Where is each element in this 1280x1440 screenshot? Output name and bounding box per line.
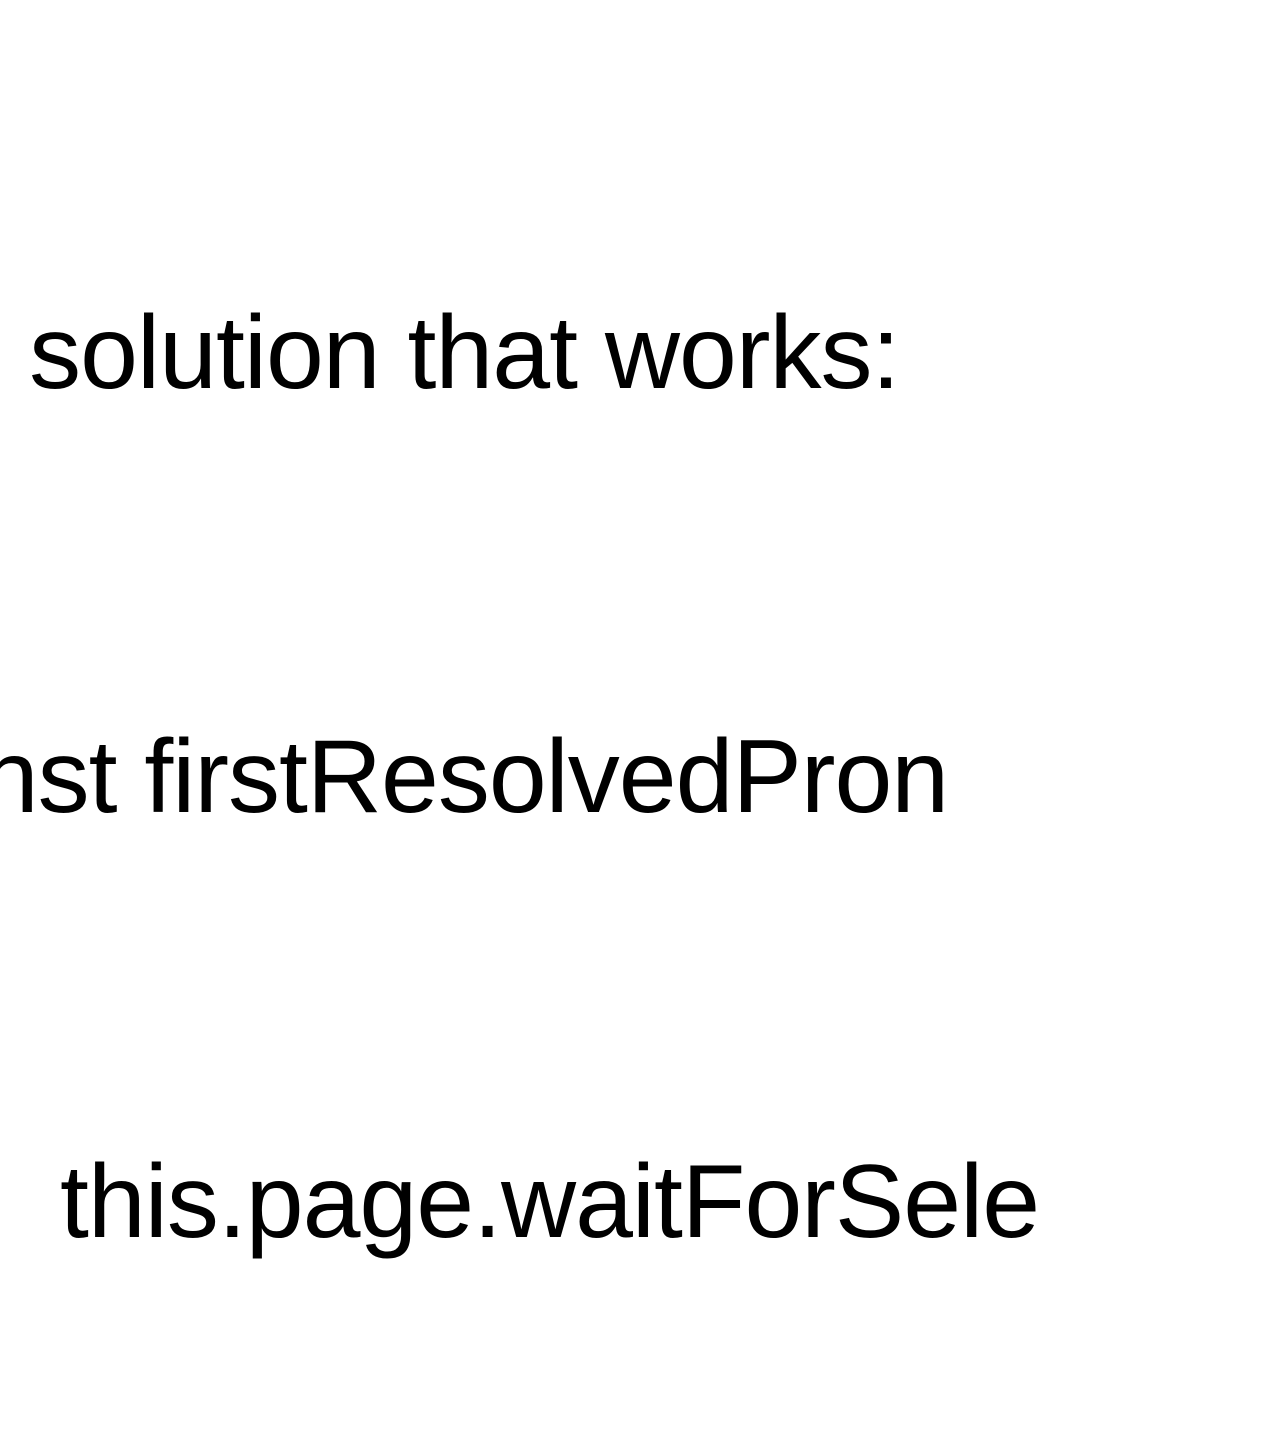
text-line-2: const firstResolvedPron xyxy=(0,707,1280,848)
text-line-3: this.page.waitForSele xyxy=(60,1132,1280,1273)
text-line-1: neral solution that works: xyxy=(0,283,1280,424)
cropped-text-block: neral solution that works: const firstRe… xyxy=(0,0,1280,720)
